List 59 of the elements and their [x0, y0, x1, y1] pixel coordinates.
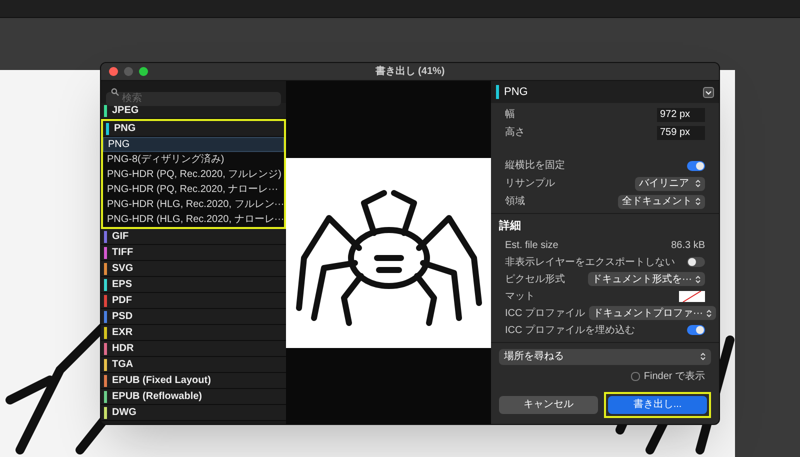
toggle-switch[interactable] [687, 160, 705, 170]
format-item[interactable]: PSD [101, 309, 286, 325]
zoom-button[interactable] [139, 67, 148, 76]
preset-item[interactable]: PNG-8(ディザリング済み) [103, 152, 284, 167]
preset-item[interactable]: PNG-HDR (PQ, Rec.2020, ナローレ··· [103, 182, 284, 197]
close-button[interactable] [109, 67, 118, 76]
field-label: 高さ [505, 126, 525, 140]
chevron-down-icon[interactable] [703, 86, 714, 98]
format-item[interactable]: HDR [101, 341, 286, 357]
format-item[interactable]: EPS [101, 277, 286, 293]
setting-label: 領域 [505, 194, 525, 209]
preset-item[interactable]: PNG-HDR (HLG, Rec.2020, ナローレ··· [103, 212, 284, 227]
input-field[interactable]: 759 px [657, 126, 705, 140]
preset-item[interactable]: PNG [103, 137, 284, 152]
window-title: 書き出し (41%) [375, 64, 445, 79]
export-button[interactable]: 書き出し... [608, 396, 707, 414]
input-field[interactable]: 972 px [657, 108, 705, 122]
toggle-switch[interactable] [687, 325, 705, 335]
updown-chevron-icon [700, 352, 706, 361]
format-name: PNG [504, 84, 529, 100]
format-item[interactable]: GIF [101, 229, 286, 245]
dropdown[interactable]: ドキュメントプロファ··· [589, 306, 716, 320]
setting-label: 非表示レイヤーをエクスポートしない [505, 256, 675, 270]
setting-label: 縦横比を固定 [505, 158, 565, 173]
format-item[interactable]: PDF [101, 293, 286, 309]
dropdown[interactable]: 全ドキュメント [618, 194, 705, 208]
updown-chevron-icon [695, 179, 701, 188]
field-label: 幅 [505, 108, 515, 122]
search-field[interactable]: 検索 [106, 92, 281, 106]
dropdown[interactable]: ドキュメント形式を··· [588, 272, 705, 286]
color-swatch[interactable] [679, 290, 705, 302]
format-item[interactable]: SVG [101, 261, 286, 277]
format-item[interactable]: TGA [101, 357, 286, 373]
format-item[interactable]: EXR [101, 325, 286, 341]
updown-chevron-icon [695, 274, 701, 284]
toggle-switch[interactable] [687, 257, 705, 267]
setting-label: リサンプル [505, 176, 555, 191]
checkbox-label: Finder で表示 [644, 370, 705, 384]
setting-label: Est. file size [505, 238, 558, 252]
format-item[interactable]: PNG [103, 121, 284, 137]
search-icon [111, 88, 119, 96]
updown-chevron-icon [695, 197, 701, 206]
setting-label: マット [505, 290, 535, 304]
format-item[interactable]: EPUB (Fixed Layout) [101, 373, 286, 389]
setting-value: 86.3 kB [671, 238, 705, 252]
preset-item[interactable]: PNG-HDR (HLG, Rec.2020, フルレン··· [103, 197, 284, 212]
cancel-button[interactable]: キャンセル [499, 396, 598, 414]
setting-label: ICC プロファイルを埋め込む [505, 324, 635, 338]
format-item[interactable]: DWG [101, 405, 286, 421]
setting-label: ICC プロファイル [505, 306, 585, 320]
format-item[interactable]: EPUB (Reflowable) [101, 389, 286, 405]
section-heading: 詳細 [498, 218, 522, 234]
checkbox[interactable] [630, 372, 640, 380]
format-item[interactable]: TIFF [101, 245, 286, 261]
preset-item[interactable]: PNG-HDR (PQ, Rec.2020, フルレンジ) [103, 167, 284, 182]
location-select[interactable]: 場所を尋ねる [499, 348, 711, 364]
dropdown[interactable]: バイリニア [635, 176, 705, 190]
updown-chevron-icon [706, 308, 712, 318]
setting-label: ピクセル形式 [505, 272, 565, 286]
